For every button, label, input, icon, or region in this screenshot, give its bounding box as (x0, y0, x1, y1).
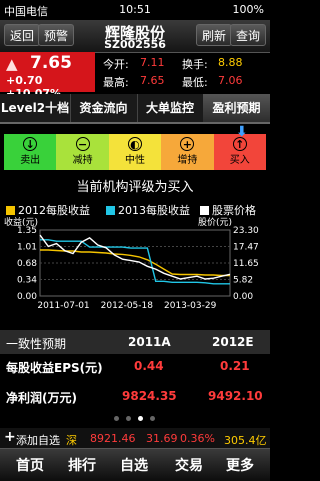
eps-2011a: 0.44 (134, 359, 164, 373)
header-2011a: 2011A (128, 335, 171, 349)
price-box: ▲ 7.65 +0.70 +10.07% (0, 52, 95, 100)
high-value: 7.65 (140, 74, 165, 87)
up-arrow-icon: ▲ (6, 55, 18, 73)
left-tick-label: 0.34 (17, 276, 37, 286)
add-watchlist-button[interactable]: 添加自选 (16, 432, 60, 448)
index-strip: + 添加自选 深 8921.46 31.69 0.36% 305.4亿 (0, 428, 270, 448)
rating-segment-0: ↓ 卖出 (4, 134, 57, 170)
battery-level: 100% (232, 3, 264, 16)
table-row: 每股收益EPS(元) 0.44 0.21 (0, 354, 270, 378)
legend-swatch-icon (6, 206, 15, 215)
legend-swatch-icon (106, 206, 115, 215)
open-label: 今开: (103, 58, 129, 71)
left-tick-label: 0.68 (17, 259, 37, 269)
rating-icon: ↓ (23, 137, 38, 151)
rating-icon: − (75, 137, 90, 151)
bottom-nav: 首页 排行 自选 交易 更多 (0, 448, 270, 481)
status-bar: 中国电信 10:51 100% (0, 0, 270, 20)
left-tick-label: 1.01 (17, 243, 37, 253)
high-label: 最高: (103, 76, 129, 89)
rating-segment-1: − 减持 (56, 134, 109, 170)
left-tick-label: 0.00 (17, 292, 37, 302)
page-indicator[interactable] (114, 416, 156, 422)
nav-watchlist[interactable]: 自选 (120, 455, 148, 475)
tab-fund-flow[interactable]: 资金流向 (70, 94, 138, 122)
header-2012e: 2012E (212, 335, 254, 349)
nav-more[interactable]: 更多 (226, 455, 254, 475)
rating-segment-3: + 增持 (161, 134, 214, 170)
right-tick-label: 11.65 (233, 259, 259, 269)
open-value: 7.11 (140, 56, 165, 69)
rating-icon: + (180, 137, 195, 151)
eps-2012e: 0.21 (220, 359, 250, 373)
x-tick-label: 2013-03-29 (164, 301, 217, 311)
last-price: 7.65 (30, 53, 72, 73)
tab-earnings-forecast[interactable]: 盈利预期 (203, 94, 270, 122)
turnover-label: 换手: (182, 58, 208, 71)
index-volume: 305.4亿 (224, 434, 267, 447)
right-tick-label: 0.00 (233, 292, 253, 302)
query-button[interactable]: 查询 (230, 24, 267, 46)
right-tick-label: 23.30 (233, 226, 259, 236)
rating-segment-2: ◐ 中性 (108, 134, 162, 170)
index-change-pct: 0.36% (180, 432, 215, 445)
right-tick-label: 5.82 (233, 276, 253, 286)
row-label-eps: 每股收益EPS(元) (6, 361, 103, 375)
eps-price-chart: 收益(元) 股价(元)1.35 23.301.01 17.470.68 11.650.3… (4, 216, 259, 311)
nav-home[interactable]: 首页 (16, 455, 44, 475)
rating-label: 卖出 (20, 155, 41, 166)
forecast-table-header: 一致性预期 2011A 2012E (0, 330, 270, 354)
rating-scale: ↓ 卖出 − 减持 ◐ 中性 + 增持 ↑ 买入 (4, 134, 266, 170)
rating-label: 减持 (72, 155, 93, 166)
rating-text: 当前机构评级为买入 (76, 180, 194, 195)
tab-big-order[interactable]: 大单监控 (137, 94, 204, 122)
right-axis-label: 股价(元) (198, 217, 232, 228)
table-row: 净利润(万元) 9824.35 9492.10 (0, 384, 270, 408)
x-tick-label: 2011-07-01 (37, 301, 89, 311)
legend-swatch-icon (200, 206, 209, 215)
rating-label: 中性 (124, 155, 145, 166)
net-profit-2011a: 9824.35 (122, 389, 177, 403)
tab-bar: Level2十档 资金流向 大单监控 盈利预期 (0, 94, 270, 124)
header-consensus: 一致性预期 (6, 337, 67, 351)
low-label: 最低: (182, 76, 208, 89)
index-value: 8921.46 (90, 432, 136, 445)
stock-code: SZ002556 (104, 38, 166, 51)
nav-trade[interactable]: 交易 (175, 455, 203, 475)
refresh-button[interactable]: 刷新 (196, 24, 233, 46)
right-tick-label: 17.47 (233, 243, 259, 253)
rating-label: 买入 (229, 155, 250, 166)
net-profit-2012e: 9492.10 (208, 389, 263, 403)
nav-bar: 返回 预警 辉隆股份 SZ002556 刷新 查询 (0, 20, 270, 53)
rating-pointer-icon: ⬇ (236, 124, 248, 140)
left-tick-label: 1.35 (17, 226, 37, 236)
clock: 10:51 (119, 3, 151, 16)
low-value: 7.06 (218, 74, 243, 87)
market-tag: 深 (66, 434, 77, 447)
row-label-net-profit: 净利润(万元) (6, 391, 77, 405)
index-change: 31.69 (146, 432, 178, 445)
back-button[interactable]: 返回 (4, 24, 41, 46)
turnover-value: 8.88 (218, 56, 243, 69)
tab-level2[interactable]: Level2十档 (0, 94, 71, 122)
plus-icon[interactable]: + (4, 429, 16, 445)
rating-label: 增持 (177, 155, 198, 166)
x-tick-label: 2012-05-18 (101, 301, 154, 311)
rating-icon: ◐ (127, 137, 142, 151)
nav-ranking[interactable]: 排行 (68, 455, 96, 475)
